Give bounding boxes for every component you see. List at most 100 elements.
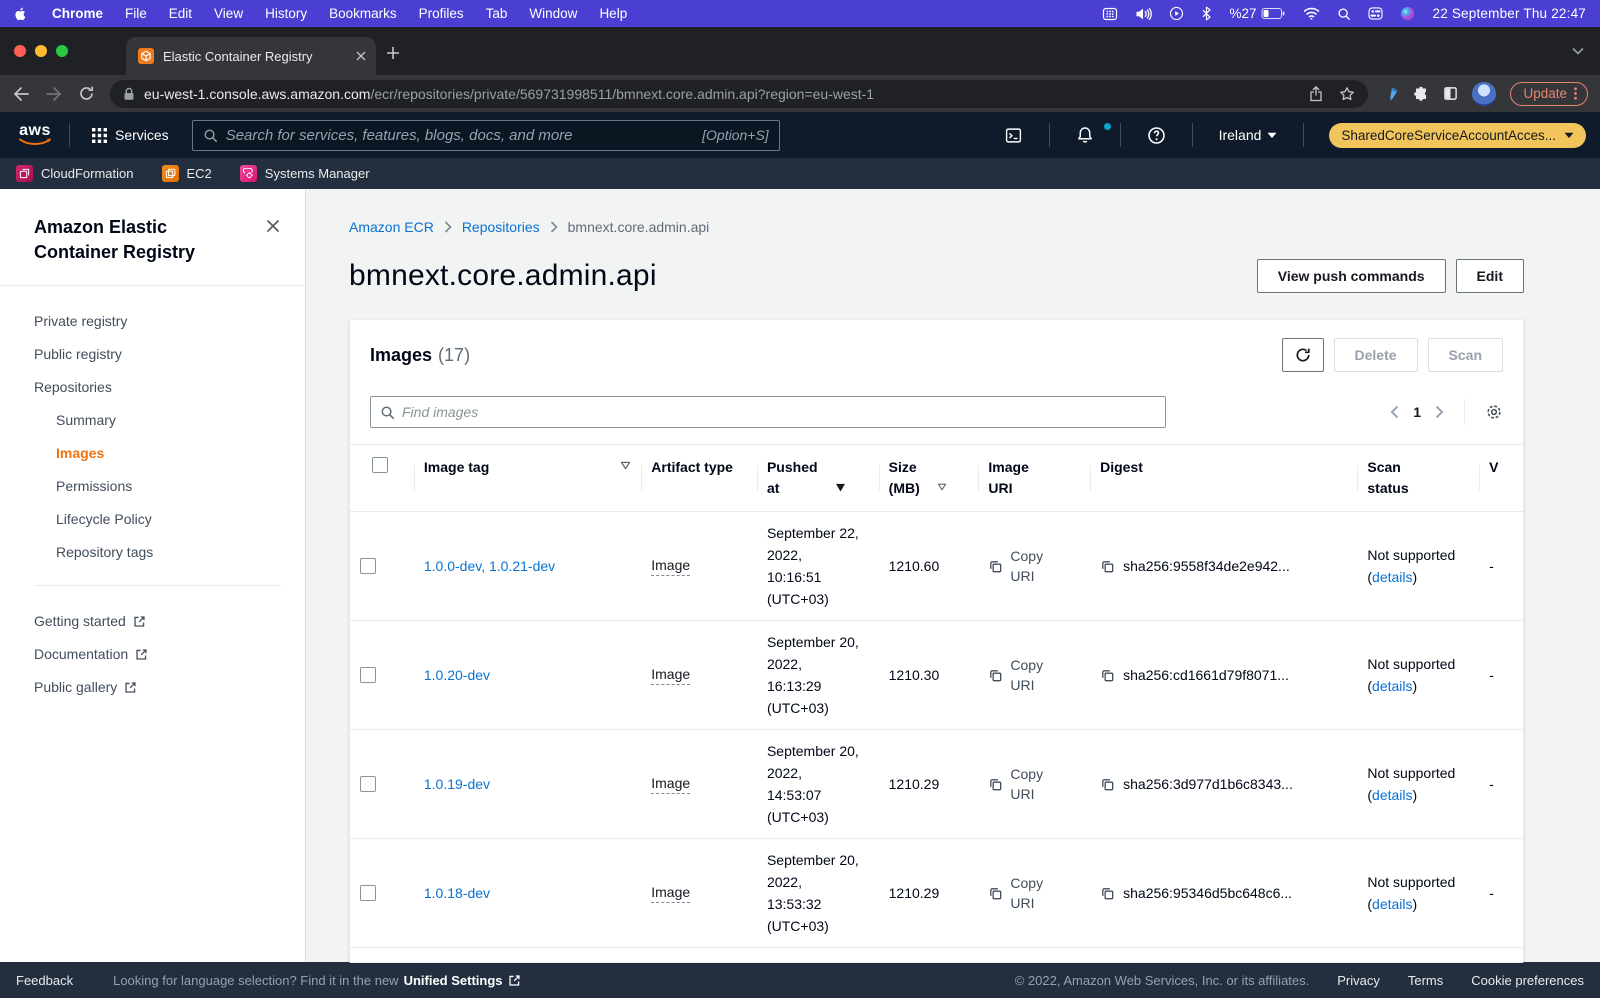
image-tag-link[interactable]: 1.0.0-dev, 1.0.21-dev [424,558,555,574]
extension-pin-icon[interactable] [1383,86,1399,102]
row-checkbox[interactable] [360,885,376,901]
region-selector[interactable]: Ireland [1206,127,1291,143]
siri-icon[interactable] [1400,6,1415,21]
column-scan-status[interactable]: Scan status [1357,445,1479,511]
profile-avatar[interactable] [1472,82,1496,106]
services-menu-button[interactable]: Services [83,120,178,150]
column-pushed-at[interactable]: Pushed at [757,445,879,511]
notifications-button[interactable] [1063,126,1107,144]
menu-history[interactable]: History [265,6,307,21]
scan-details-link[interactable]: details [1372,787,1412,803]
page-number[interactable]: 1 [1413,404,1421,420]
bookmark-star-icon[interactable] [1339,86,1355,102]
share-icon[interactable] [1309,86,1323,102]
row-checkbox[interactable] [360,667,376,683]
sidebar-item-lifecycle-policy[interactable]: Lifecycle Policy [56,510,281,528]
copy-uri-button[interactable]: Copy URI [988,873,1052,913]
scan-details-link[interactable]: details [1372,569,1412,585]
favorite-cloudformation[interactable]: CloudFormation [16,165,134,182]
menu-help[interactable]: Help [599,6,627,21]
refresh-button[interactable] [1282,338,1324,372]
find-images-search[interactable] [370,396,1166,428]
menu-tab[interactable]: Tab [486,6,508,21]
tab-close-icon[interactable] [356,51,366,61]
aws-search-bar[interactable]: Search for services, features, blogs, do… [192,120,780,151]
scan-details-link[interactable]: details [1372,678,1412,694]
next-page-icon[interactable] [1435,405,1444,419]
table-settings-gear-icon[interactable] [1485,403,1503,421]
menu-chrome[interactable]: Chrome [52,6,103,21]
row-checkbox[interactable] [360,558,376,574]
control-center-icon[interactable] [1368,7,1383,20]
copy-uri-button[interactable]: Copy URI [988,764,1052,804]
image-tag-link[interactable]: 1.0.20-dev [424,667,490,683]
favorite-systems-manager[interactable]: Systems Manager [240,165,370,182]
unified-settings-link[interactable]: Unified Settings [404,973,503,988]
copy-digest-icon[interactable] [1100,668,1115,683]
extensions-puzzle-icon[interactable] [1413,86,1429,102]
zoom-window-button[interactable] [56,45,68,57]
image-tag-link[interactable]: 1.0.19-dev [424,776,490,792]
sidebar-link-documentation[interactable]: Documentation [34,645,281,663]
sidebar-item-public-registry[interactable]: Public registry [34,345,281,363]
extension-page-icon[interactable] [1443,86,1458,101]
scan-button[interactable]: Scan [1428,338,1503,372]
column-digest[interactable]: Digest [1090,445,1357,511]
reload-icon[interactable] [78,85,95,102]
account-menu[interactable]: SharedCoreServiceAccountAcces... [1329,123,1586,148]
bluetooth-icon[interactable] [1201,6,1212,21]
sidebar-link-public-gallery[interactable]: Public gallery [34,678,281,696]
copy-digest-icon[interactable] [1100,777,1115,792]
sidebar-item-repository-tags[interactable]: Repository tags [56,543,281,561]
menu-edit[interactable]: Edit [169,6,192,21]
delete-button[interactable]: Delete [1334,338,1418,372]
breadcrumb-amazon-ecr[interactable]: Amazon ECR [349,219,434,235]
cookie-preferences-link[interactable]: Cookie preferences [1471,973,1584,988]
spotlight-search-icon[interactable] [1337,7,1351,21]
new-tab-button[interactable] [386,46,400,60]
url-bar[interactable]: eu-west-1.console.aws.amazon.com/ecr/rep… [110,80,1368,108]
find-images-input[interactable] [402,404,1156,420]
view-push-commands-button[interactable]: View push commands [1257,259,1446,293]
previous-page-icon[interactable] [1390,405,1399,419]
volume-icon[interactable] [1135,7,1152,21]
edit-button[interactable]: Edit [1456,259,1524,293]
terms-link[interactable]: Terms [1408,973,1443,988]
column-artifact-type[interactable]: Artifact type [641,445,757,511]
back-icon[interactable] [12,86,30,102]
menu-bookmarks[interactable]: Bookmarks [329,6,397,21]
help-button[interactable] [1134,126,1179,145]
menubar-clock[interactable]: 22 September Thu 22:47 [1432,6,1586,21]
column-size[interactable]: Size (MB) [879,445,979,511]
column-image-tag[interactable]: Image tag [414,445,641,511]
menu-profiles[interactable]: Profiles [419,6,464,21]
copy-uri-button[interactable]: Copy URI [988,655,1052,695]
menu-file[interactable]: File [125,6,147,21]
breadcrumb-repositories[interactable]: Repositories [462,219,540,235]
forward-icon[interactable] [45,86,63,102]
tab-search-chevron-icon[interactable] [1572,47,1584,55]
aws-logo[interactable]: aws [14,124,56,146]
feedback-button[interactable]: Feedback [16,973,73,988]
sidebar-item-repositories[interactable]: Repositories [34,378,281,396]
image-tag-link[interactable]: 1.0.18-dev [424,885,490,901]
sidebar-link-getting-started[interactable]: Getting started [34,612,281,630]
lock-icon[interactable] [123,87,135,101]
sidebar-close-icon[interactable] [265,218,281,234]
browser-tab[interactable]: Elastic Container Registry [126,37,376,75]
keyboard-brightness-icon[interactable] [1102,7,1118,21]
now-playing-icon[interactable] [1169,6,1184,21]
column-vulnerabilities-cut[interactable]: V [1479,445,1523,511]
privacy-link[interactable]: Privacy [1337,973,1380,988]
minimize-window-button[interactable] [35,45,47,57]
select-all-checkbox[interactable] [372,457,388,473]
sidebar-item-images[interactable]: Images [56,444,281,462]
menu-view[interactable]: View [214,6,243,21]
row-checkbox[interactable] [360,776,376,792]
battery-status[interactable]: %27 [1229,6,1286,21]
menu-window[interactable]: Window [529,6,577,21]
copy-digest-icon[interactable] [1100,559,1115,574]
copy-uri-button[interactable]: Copy URI [988,546,1052,586]
favorite-ec2[interactable]: EC2 [162,165,212,182]
update-button[interactable]: Update [1510,82,1588,106]
